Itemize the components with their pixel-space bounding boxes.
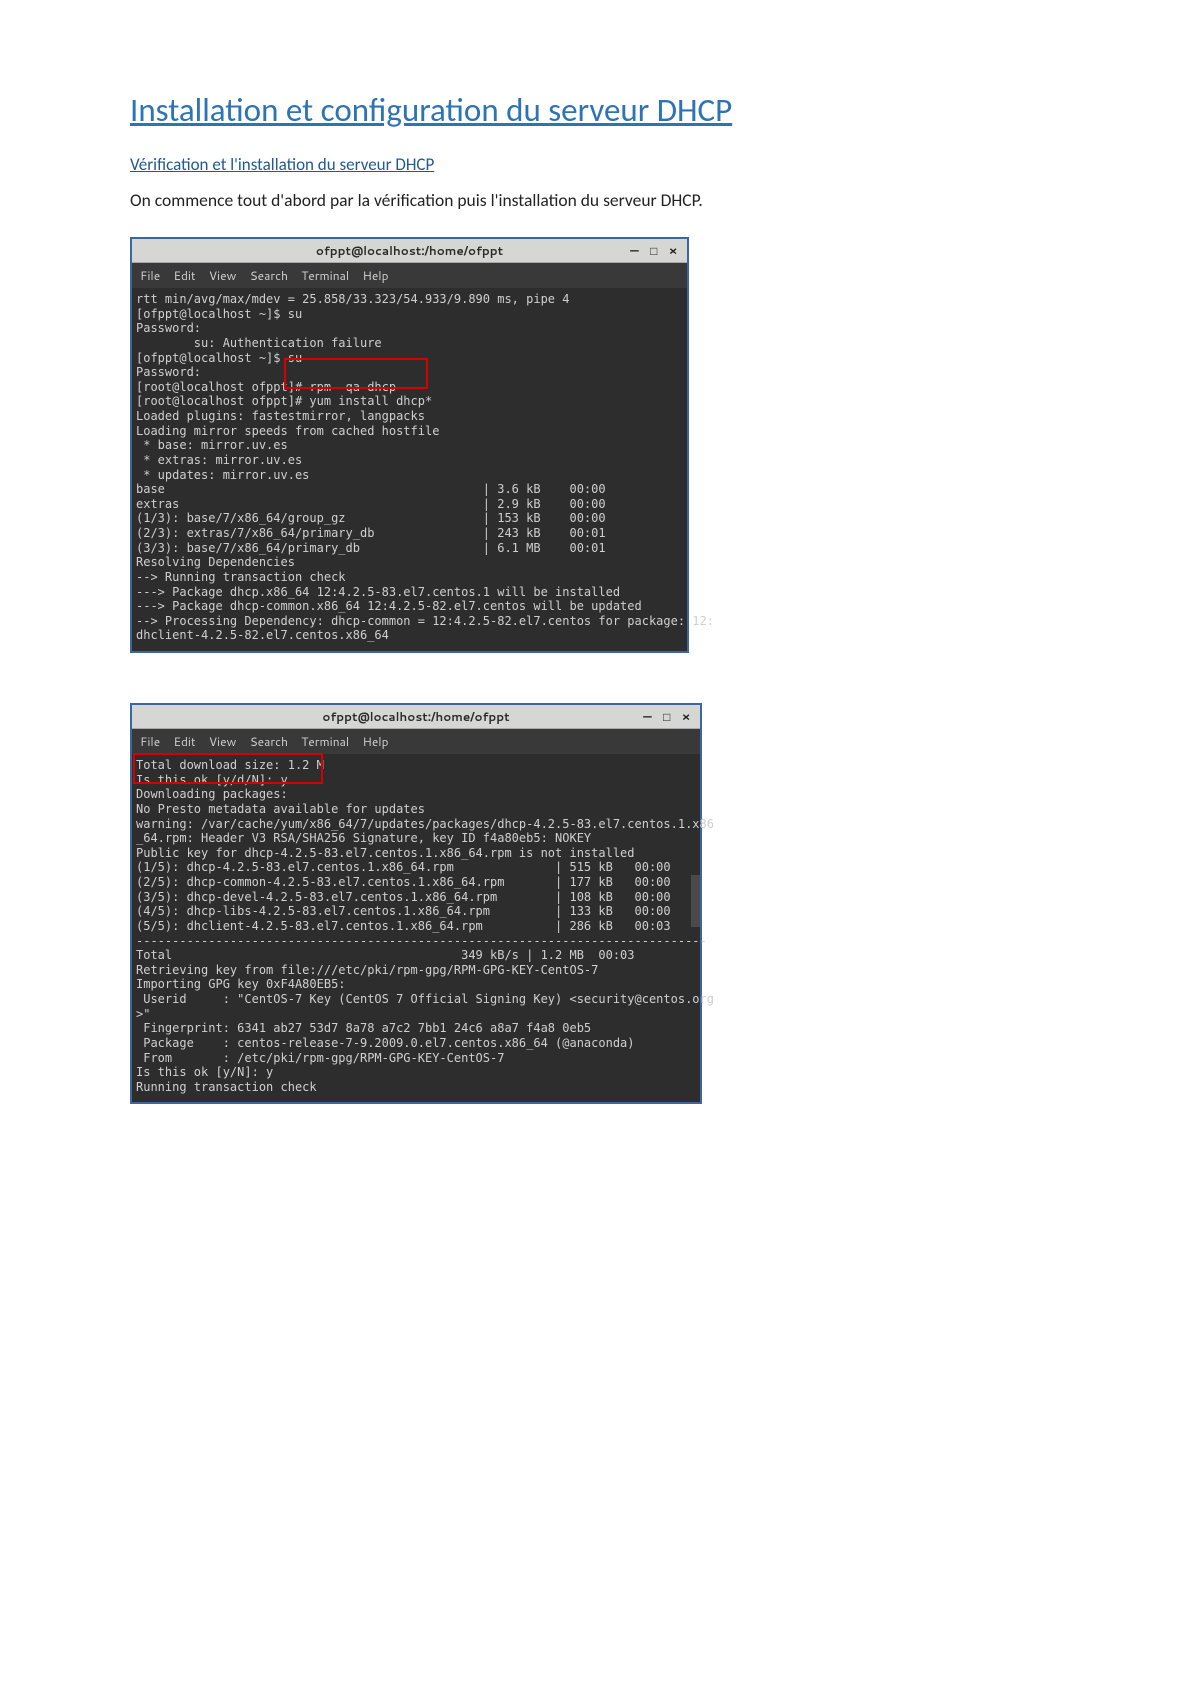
menu-file[interactable]: File xyxy=(140,267,160,284)
maximize-button[interactable]: □ xyxy=(646,239,662,262)
subheading: Vérification et l'installation du serveu… xyxy=(130,154,1070,175)
terminal-window-2: ofppt@localhost:/home/ofppt — □ × File E… xyxy=(130,703,702,1104)
menu-view[interactable]: View xyxy=(209,733,237,750)
menubar: File Edit View Search Terminal Help xyxy=(132,729,700,754)
maximize-button[interactable]: □ xyxy=(659,705,675,728)
menu-terminal[interactable]: Terminal xyxy=(301,267,349,284)
menu-help[interactable]: Help xyxy=(362,733,388,750)
menu-edit[interactable]: Edit xyxy=(173,267,195,284)
window-title: ofppt@localhost:/home/ofppt xyxy=(316,242,503,259)
close-button[interactable]: × xyxy=(665,239,681,262)
window-title: ofppt@localhost:/home/ofppt xyxy=(322,708,509,725)
menu-help[interactable]: Help xyxy=(362,267,388,284)
minimize-button[interactable]: — xyxy=(626,239,642,262)
menu-file[interactable]: File xyxy=(140,733,160,750)
page-title: Installation et configuration du serveur… xyxy=(130,90,1070,130)
minimize-button[interactable]: — xyxy=(639,705,655,728)
menu-edit[interactable]: Edit xyxy=(173,733,195,750)
intro-text: On commence tout d'abord par la vérifica… xyxy=(130,189,1070,211)
menubar: File Edit View Search Terminal Help xyxy=(132,263,687,288)
menu-view[interactable]: View xyxy=(209,267,237,284)
terminal-content[interactable]: rtt min/avg/max/mdev = 25.858/33.323/54.… xyxy=(132,288,687,651)
titlebar[interactable]: ofppt@localhost:/home/ofppt — □ × xyxy=(132,705,700,729)
menu-terminal[interactable]: Terminal xyxy=(301,733,349,750)
menu-search[interactable]: Search xyxy=(250,733,288,750)
titlebar[interactable]: ofppt@localhost:/home/ofppt — □ × xyxy=(132,239,687,263)
menu-search[interactable]: Search xyxy=(250,267,288,284)
close-button[interactable]: × xyxy=(678,705,694,728)
terminal-window-1: ofppt@localhost:/home/ofppt — □ × File E… xyxy=(130,237,689,653)
terminal-content[interactable]: Total download size: 1.2 M Is this ok [y… xyxy=(132,754,700,1102)
scrollbar[interactable] xyxy=(691,875,700,927)
